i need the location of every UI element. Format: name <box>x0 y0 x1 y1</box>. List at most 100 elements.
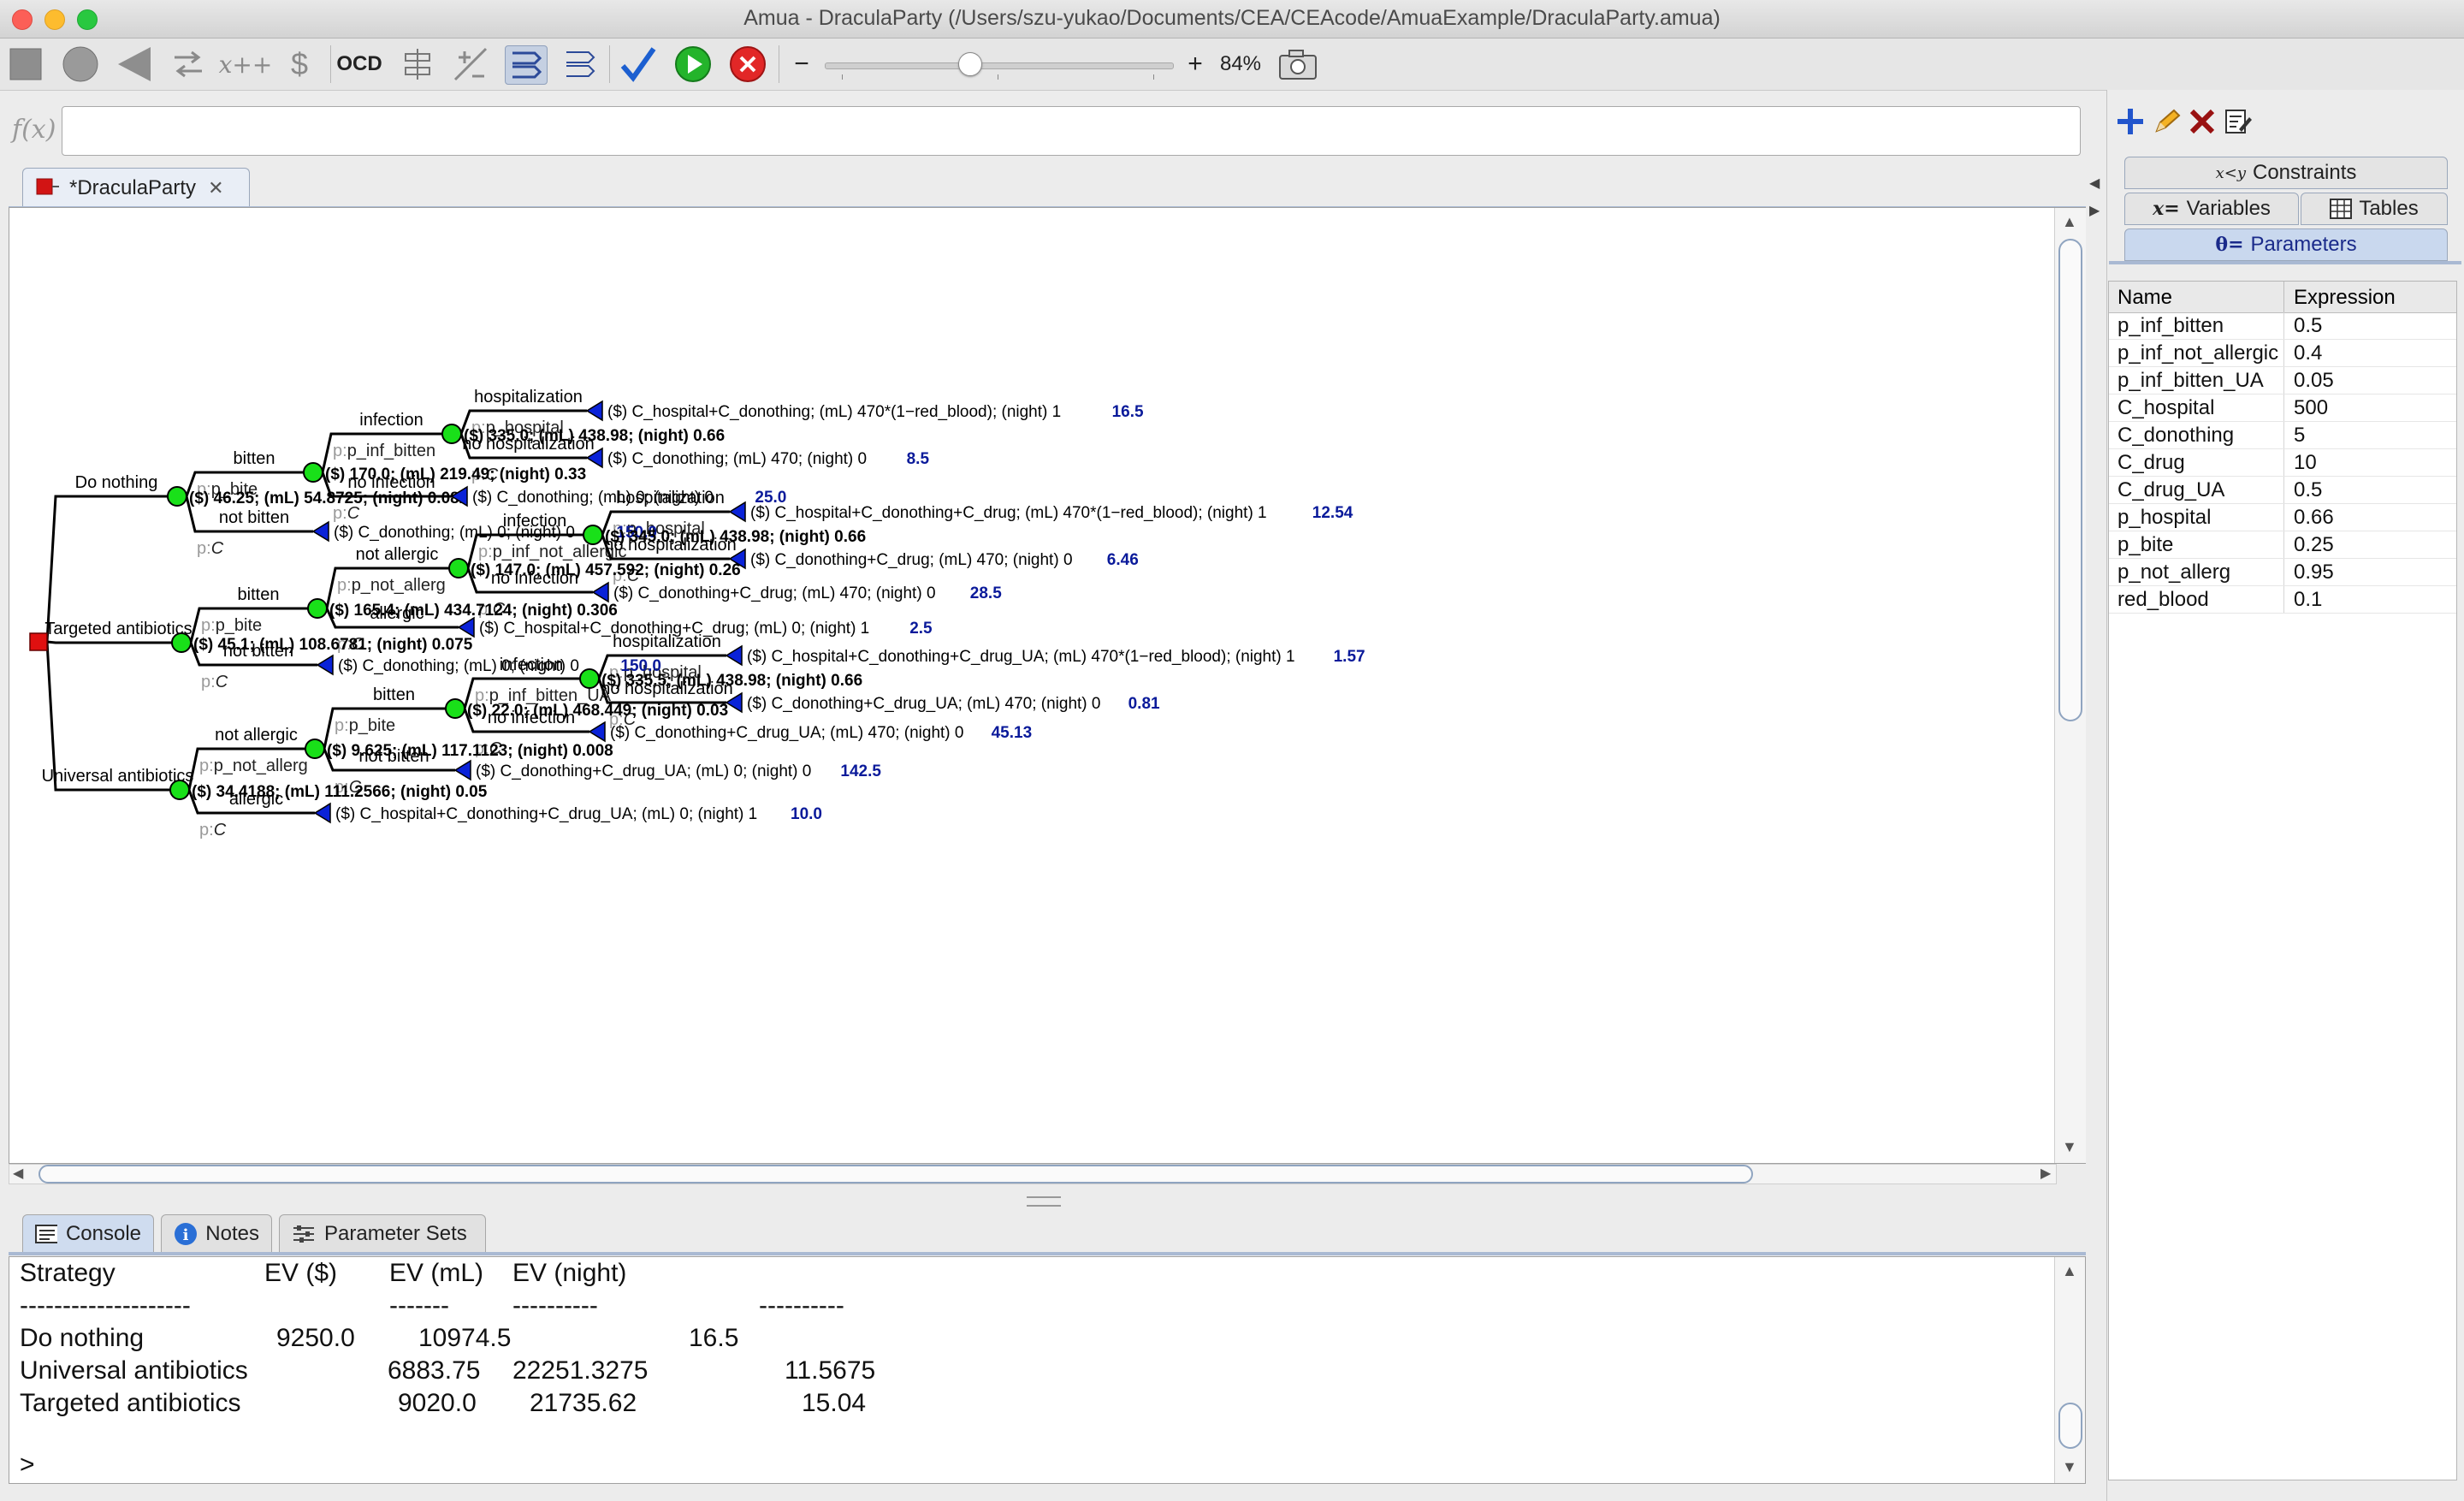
zoom-slider-thumb[interactable] <box>957 52 982 76</box>
decision-node[interactable] <box>29 632 48 651</box>
terminal-node[interactable] <box>591 581 609 603</box>
tab-draculaparty[interactable]: *DraculaParty ✕ <box>22 168 250 207</box>
terminal-node[interactable] <box>313 802 331 824</box>
parameter-name[interactable]: C_drug_UA <box>2118 478 2283 502</box>
tab-notes[interactable]: i Notes <box>161 1214 272 1252</box>
parameter-expression[interactable]: 0.05 <box>2294 369 2334 393</box>
collapse-right-panel-icon[interactable]: ◀ <box>2089 175 2100 192</box>
parameter-name[interactable]: p_hospital <box>2118 506 2283 530</box>
add-parameter-button[interactable] <box>2116 107 2145 140</box>
expand-branches-icon[interactable] <box>560 45 601 83</box>
variable-update-icon[interactable]: x++ <box>219 45 273 83</box>
chance-node[interactable] <box>445 698 465 719</box>
edit-notes-button[interactable] <box>2224 107 2253 140</box>
dollar-icon[interactable]: $ <box>281 45 318 83</box>
parameter-expression[interactable]: 5 <box>2294 424 2305 448</box>
parameter-name[interactable]: red_blood <box>2118 588 2283 612</box>
decision-node-button[interactable] <box>7 45 44 83</box>
parameter-expression[interactable]: 0.4 <box>2294 341 2322 365</box>
console-output[interactable]: Strategy EV ($) EV (mL) EV (night) -----… <box>9 1256 2086 1484</box>
parameter-name[interactable]: C_hospital <box>2118 396 2283 420</box>
chance-node[interactable] <box>441 424 462 444</box>
tab-parameter-sets[interactable]: Parameter Sets <box>279 1214 486 1252</box>
column-expression[interactable]: Expression <box>2294 286 2396 310</box>
tree-vertical-scrollbar[interactable]: ▲ ▼ <box>2054 208 2086 1163</box>
chance-node[interactable] <box>579 668 600 689</box>
parameter-expression[interactable]: 500 <box>2294 396 2328 420</box>
parameter-name[interactable]: p_inf_bitten <box>2118 314 2283 338</box>
terminal-node[interactable] <box>453 759 471 781</box>
terminal-node[interactable] <box>457 616 475 638</box>
tree-branch[interactable] <box>46 640 181 644</box>
chance-node-button[interactable] <box>62 45 99 83</box>
terminal-node[interactable] <box>725 644 743 667</box>
chance-node[interactable] <box>583 525 603 545</box>
edit-parameter-button[interactable] <box>2152 107 2181 140</box>
console-vertical-scrollbar[interactable]: ▲ ▼ <box>2054 1257 2085 1483</box>
tab-constraints[interactable]: x<y Constraints <box>2124 157 2448 189</box>
scrollbar-thumb[interactable] <box>2058 239 2082 721</box>
parameter-row[interactable]: C_hospital 500 <box>2109 395 2456 422</box>
tab-parameters[interactable]: θ= Parameters <box>2124 228 2448 261</box>
parameter-row[interactable]: p_inf_bitten 0.5 <box>2109 312 2456 340</box>
splitter-handle[interactable] <box>1027 1196 1061 1207</box>
zoom-slider[interactable] <box>825 50 1174 80</box>
check-model-button[interactable] <box>618 45 659 83</box>
scrollbar-thumb[interactable] <box>38 1165 1753 1184</box>
parameter-row[interactable]: p_not_allerg 0.95 <box>2109 559 2456 586</box>
chance-node[interactable] <box>305 739 325 759</box>
expand-right-panel-icon[interactable]: ▶ <box>2089 202 2100 219</box>
chance-node[interactable] <box>167 486 187 507</box>
parameter-expression[interactable]: 0.5 <box>2294 314 2322 338</box>
tab-tables[interactable]: Tables <box>2301 193 2448 225</box>
tree-horizontal-scrollbar[interactable]: ◀ ▶ <box>9 1164 2057 1184</box>
scrollbar-thumb[interactable] <box>2058 1403 2082 1449</box>
add-cost-icon[interactable] <box>452 45 489 83</box>
parameter-row[interactable]: red_blood 0.1 <box>2109 586 2456 614</box>
terminal-node[interactable] <box>311 520 329 543</box>
align-icon[interactable] <box>399 45 436 83</box>
chance-node[interactable] <box>307 598 328 619</box>
parameter-expression[interactable]: 0.66 <box>2294 506 2334 530</box>
change-type-button[interactable] <box>169 45 207 83</box>
parameter-expression[interactable]: 0.5 <box>2294 478 2322 502</box>
clear-results-button[interactable] <box>727 45 768 83</box>
column-name[interactable]: Name <box>2118 286 2172 310</box>
collapse-branches-icon[interactable] <box>505 45 548 85</box>
tab-variables[interactable]: x= Variables <box>2124 193 2299 225</box>
console-prompt[interactable]: > <box>20 1451 35 1480</box>
terminal-node[interactable] <box>588 721 606 743</box>
terminal-node[interactable] <box>316 654 334 676</box>
parameter-name[interactable]: p_not_allerg <box>2118 561 2283 584</box>
parameter-name[interactable]: p_inf_bitten_UA <box>2118 369 2283 393</box>
snapshot-button[interactable] <box>1276 45 1319 83</box>
decision-tree[interactable]: Do nothing bitten p:p_bite infection p:p_inf… <box>9 208 2054 1158</box>
parameter-name[interactable]: C_drug <box>2118 451 2283 475</box>
parameter-name[interactable]: C_donothing <box>2118 424 2283 448</box>
parameter-expression[interactable]: 0.95 <box>2294 561 2334 584</box>
parameter-row[interactable]: p_hospital 0.66 <box>2109 504 2456 531</box>
close-tab-icon[interactable]: ✕ <box>208 177 223 199</box>
chance-node[interactable] <box>171 632 192 653</box>
parameter-row[interactable]: C_drug 10 <box>2109 449 2456 477</box>
chance-node[interactable] <box>303 462 323 483</box>
zoom-out-button[interactable]: − <box>789 45 814 83</box>
parameter-row[interactable]: p_bite 0.25 <box>2109 531 2456 559</box>
parameter-name[interactable]: p_inf_not_allergic <box>2118 341 2283 365</box>
delete-parameter-button[interactable] <box>2188 107 2217 140</box>
parameters-table[interactable]: Name Expression p_inf_bitten 0.5 p_inf_not… <box>2108 281 2457 1480</box>
terminal-node[interactable] <box>585 400 603 422</box>
ocd-button[interactable]: OCD <box>335 45 383 83</box>
parameter-name[interactable]: p_bite <box>2118 533 2283 557</box>
formula-input[interactable] <box>62 106 2081 156</box>
parameter-expression[interactable]: 0.25 <box>2294 533 2334 557</box>
terminal-node-button[interactable] <box>115 45 152 83</box>
parameter-expression[interactable]: 0.1 <box>2294 588 2322 612</box>
parameter-row[interactable]: p_inf_not_allergic 0.4 <box>2109 340 2456 367</box>
tree-canvas[interactable]: Do nothing bitten p:p_bite infection p:p_inf… <box>9 207 2086 1164</box>
chance-node[interactable] <box>448 558 469 578</box>
parameter-row[interactable]: C_drug_UA 0.5 <box>2109 477 2456 504</box>
tab-console[interactable]: Console <box>22 1214 154 1252</box>
run-model-button[interactable] <box>672 45 714 83</box>
parameter-row[interactable]: p_inf_bitten_UA 0.05 <box>2109 367 2456 395</box>
